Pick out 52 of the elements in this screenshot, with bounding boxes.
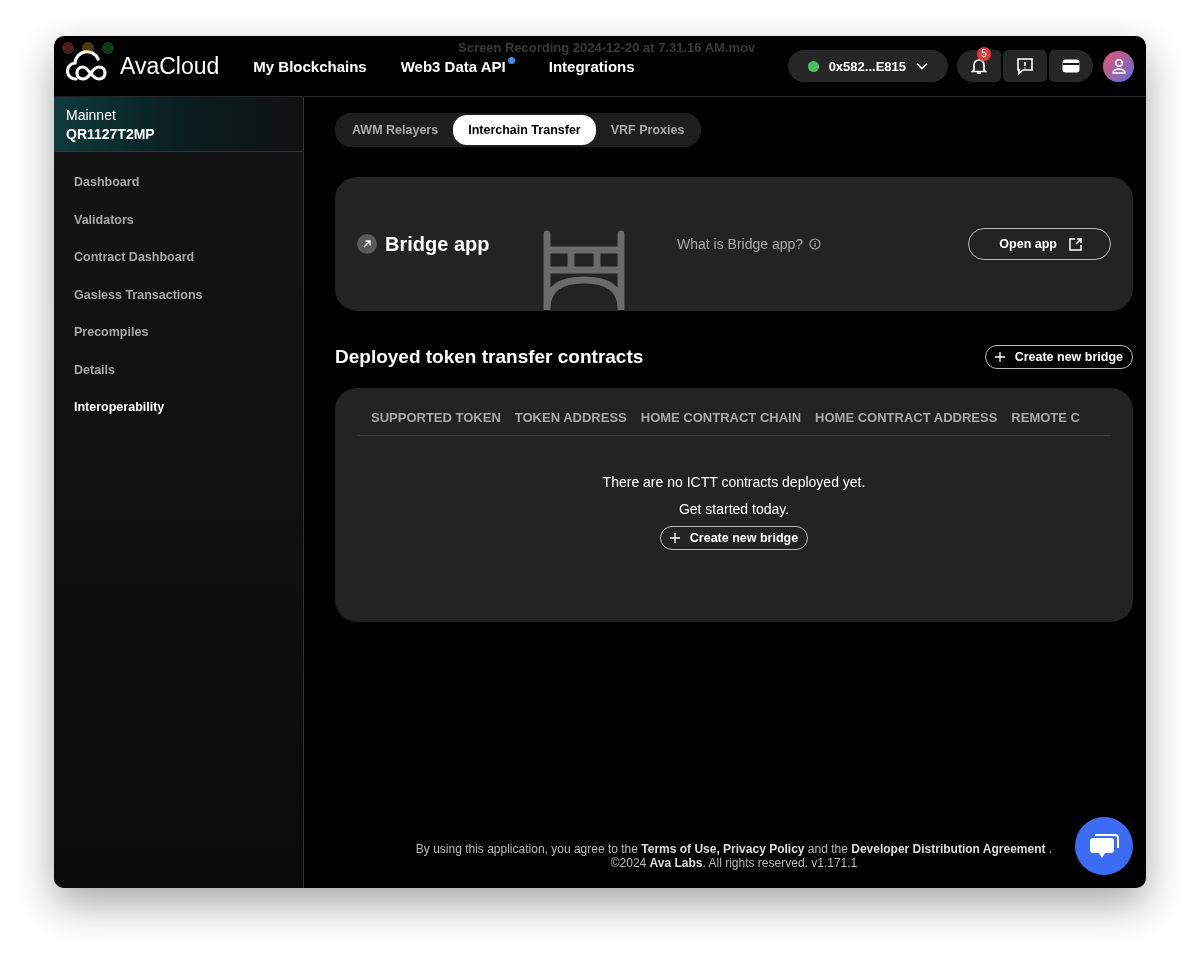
new-dot (507, 56, 515, 64)
window-title: Screen Recording 2024-12-20 at 7.31.16 AM.mov (458, 40, 756, 55)
tab[interactable]: Interchain Transfer (453, 115, 596, 145)
tab[interactable]: VRF Proxies (595, 115, 700, 145)
legal-link[interactable]: Developer Distribution Agreement (851, 842, 1046, 856)
column-header: SUPPORTED TOKEN (371, 410, 501, 425)
nav-link[interactable]: Integrations (548, 57, 635, 75)
empty-message: There are no ICTT contracts deployed yet. (602, 474, 866, 490)
sidebar-item[interactable]: Details (54, 351, 303, 389)
info-icon[interactable] (809, 238, 822, 250)
copyright-text: ©2024 Ava Labs. All rights reserved. v1.171.1 (609, 856, 859, 870)
help-text: What is Bridge app? (677, 236, 804, 252)
chat-button[interactable] (1075, 817, 1133, 875)
notification-count: 5 (977, 47, 991, 61)
bridge-icon (543, 230, 625, 310)
notifications-button[interactable]: 5 (957, 50, 1001, 82)
column-header: HOME CONTRACT CHAIN (640, 410, 802, 425)
sidebar-item[interactable]: Validators (54, 201, 303, 239)
nav-link[interactable]: My Blockchains (253, 57, 367, 75)
column-header: REMOTE C (1011, 410, 1080, 425)
legal-link[interactable]: Privacy Policy (723, 842, 805, 856)
arrow-up-right-icon (357, 234, 377, 254)
external-link-icon (1069, 237, 1082, 251)
legal-link[interactable]: Terms of Use, (641, 842, 720, 856)
tab[interactable]: AWM Relayers (337, 115, 454, 145)
chain-id: QR1127T2MP (66, 126, 156, 142)
wallet-card-button[interactable] (1049, 50, 1093, 82)
feedback-button[interactable] (1003, 50, 1047, 82)
logo-text[interactable]: AvaCloud (120, 52, 220, 80)
column-header: HOME CONTRACT ADDRESS (815, 410, 998, 425)
avatar[interactable] (1103, 50, 1134, 82)
card-title: Bridge app (385, 232, 490, 256)
plus-icon (669, 533, 680, 543)
bell-icon (971, 57, 987, 75)
column-header: TOKEN ADDRESS (514, 410, 627, 425)
wallet-button[interactable]: 0x582...E815 (787, 50, 948, 82)
user-icon (1110, 58, 1127, 74)
chevron-down-icon (916, 62, 928, 70)
nav-link[interactable]: Web3 Data API (400, 57, 515, 75)
empty-hint: Get started today. (678, 501, 790, 517)
minimize-window-icon[interactable] (82, 42, 94, 54)
wallet-icon (1062, 59, 1080, 73)
plus-icon (994, 352, 1005, 362)
section-title: Deployed token transfer contracts (335, 346, 644, 368)
sidebar-item[interactable]: Precompiles (54, 314, 303, 352)
sidebar-item[interactable]: Interoperability (54, 389, 303, 427)
sidebar-item[interactable]: Dashboard (54, 164, 303, 202)
sidebar-item[interactable]: Contract Dashboard (54, 239, 303, 277)
network-name: Mainnet (66, 107, 117, 123)
feedback-icon (1016, 57, 1034, 75)
chat-bubble-icon (1089, 832, 1119, 860)
sidebar-item[interactable]: Gasless Transactions (54, 276, 303, 314)
